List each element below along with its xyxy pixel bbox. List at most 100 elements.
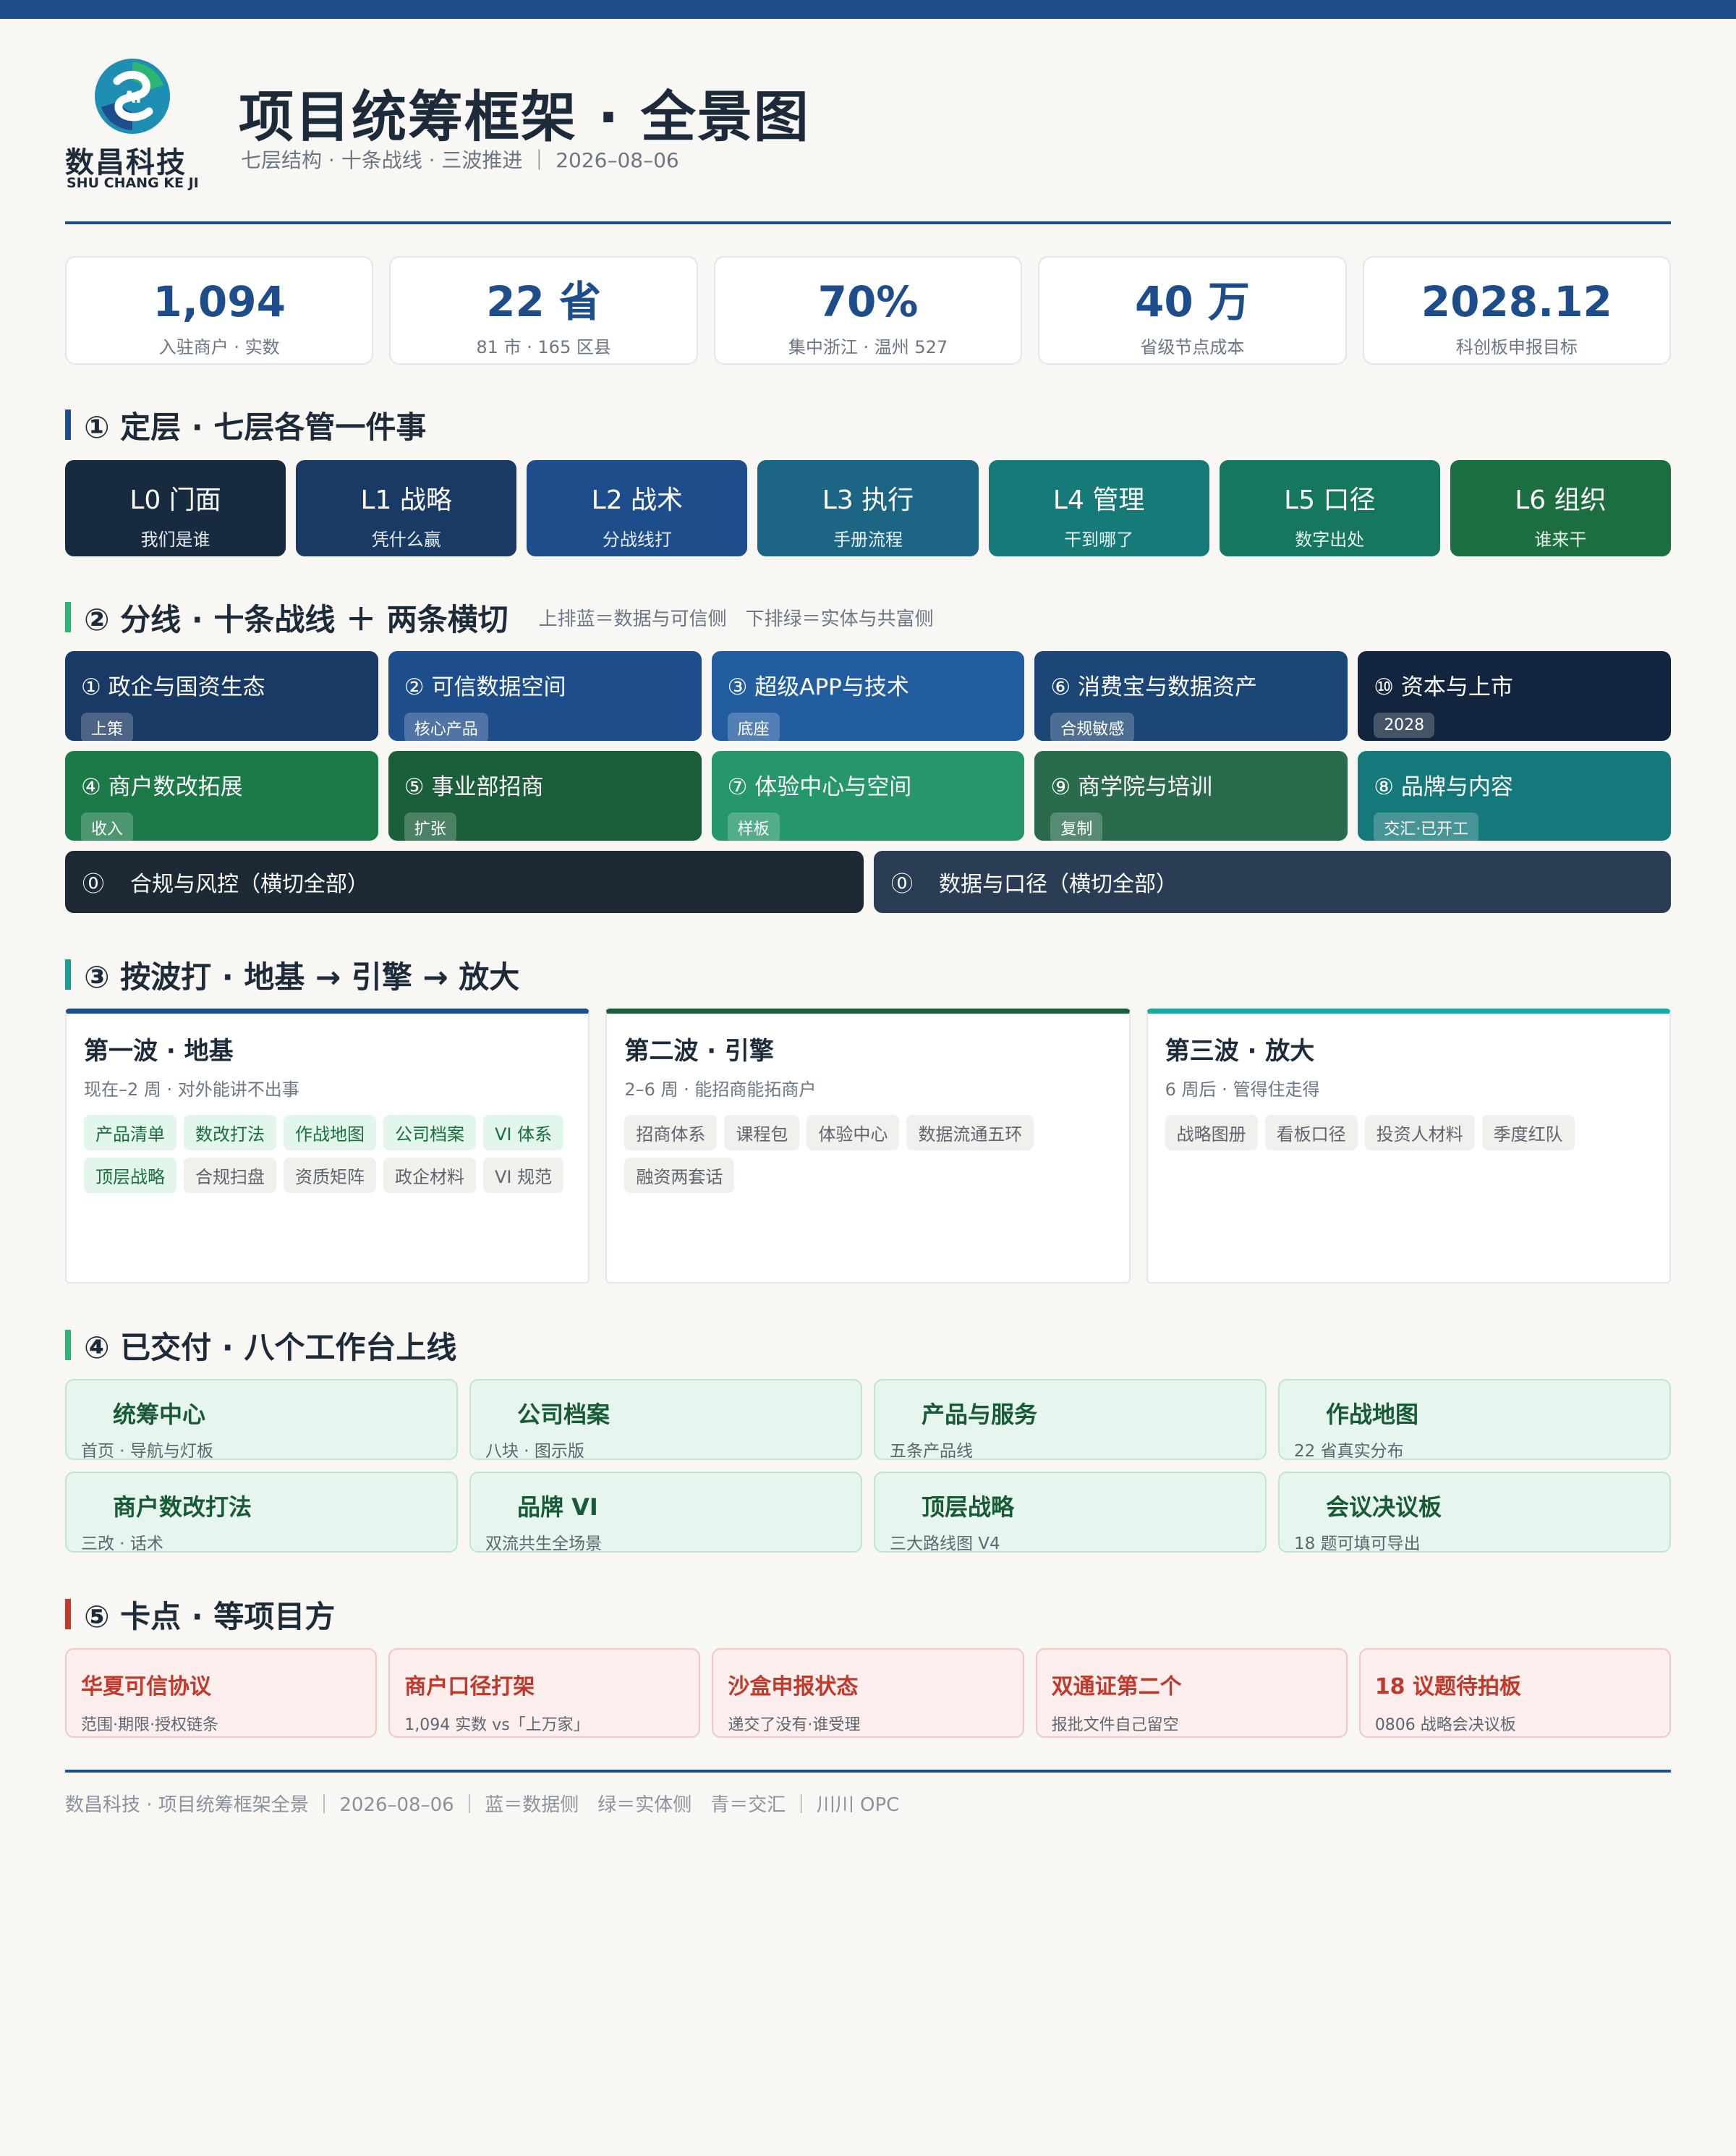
wave-chip-list: 战略图册 看板口径 投资人材料 季度红队 xyxy=(1165,1115,1654,1150)
chip-pending[interactable]: 投资人材料 xyxy=(1364,1115,1475,1150)
battle-line-card[interactable]: ⑦ 体验中心与空间 样板 xyxy=(711,751,1025,843)
section-marker xyxy=(65,959,71,990)
section-title: ③ 按波打 · 地基 → 引擎 → 放大 xyxy=(84,959,520,995)
chip-done[interactable]: 产品清单 xyxy=(84,1115,176,1150)
section-marker xyxy=(65,602,71,632)
blockers-row: 华夏可信协议 范围·期限·授权链条 商户口径打架 1,094 实数 vs「上万家」 沙盒… xyxy=(65,1648,1672,1738)
chip-pending[interactable]: 招商体系 xyxy=(624,1115,718,1150)
workbench-grid: 统筹中心 首页 · 导航与灯板 公司档案 八块 · 图示版 产品与服务 五条产品线 作战地图… xyxy=(65,1379,1671,1553)
chip-done[interactable]: 作战地图 xyxy=(284,1115,376,1150)
wave-title: 第一波 · 地基 xyxy=(84,1037,234,1066)
layer-name: L0 门面 xyxy=(129,485,221,515)
layer-card-4[interactable]: L4 管理 干到哪了 xyxy=(988,460,1209,556)
battle-line-name: ③ 超级APP与技术 xyxy=(727,674,909,700)
section-lines-heading: ② 分线 · 十条战线 ＋ 两条横切 上排蓝＝数据与可信侧 下排绿＝实体与共富侧 xyxy=(65,600,934,637)
layer-name: L6 组织 xyxy=(1515,485,1607,515)
layer-card-3[interactable]: L3 执行 手册流程 xyxy=(757,460,979,556)
section-marker xyxy=(65,1599,71,1629)
workbench-card[interactable]: 顶层战略 三大路线图 V4 xyxy=(874,1472,1267,1553)
battle-line-card[interactable]: ④ 商户数改拓展收入 xyxy=(65,751,378,843)
wave-card: 第一波 · 地基 现在–2 周 · 对外能讲不出事 产品清单 数改打法 作战地图 公司档案… xyxy=(65,1009,590,1283)
chip-done[interactable]: 顶层战略 xyxy=(84,1158,176,1193)
section-title: ⑤ 卡点 · 等项目方 xyxy=(84,1598,336,1634)
chip-pending[interactable]: 看板口径 xyxy=(1264,1115,1358,1150)
chip-done[interactable]: 数改打法 xyxy=(184,1115,276,1150)
stat-label: 入驻商户 · 实数 xyxy=(158,336,280,357)
stat-label: 科创板申报目标 xyxy=(1455,336,1578,357)
chip-pending[interactable]: 体验中心 xyxy=(807,1115,900,1150)
section-delivered-heading: ④ 已交付 · 八个工作台上线 xyxy=(65,1328,456,1365)
workbench-name: 统筹中心 xyxy=(113,1401,206,1428)
stat-value: 22 省 xyxy=(486,277,602,326)
workbench-desc: 18 题可填可导出 xyxy=(1294,1535,1421,1553)
layer-name: L5 口径 xyxy=(1284,485,1376,515)
workbench-name: 商户数改打法 xyxy=(113,1493,252,1521)
cross-line-name: 数据与口径（横切全部） xyxy=(939,872,1178,897)
stat-card: 70% 集中浙江 · 温州 527 xyxy=(713,256,1023,365)
chip-pending[interactable]: 融资两套话 xyxy=(624,1158,735,1193)
battle-line-name: ⑦ 体验中心与空间 xyxy=(727,774,912,800)
layer-card-0[interactable]: L0 门面 我们是谁 xyxy=(65,460,286,556)
blocker-card[interactable]: 沙盒申报状态 递交了没有·谁受理 xyxy=(712,1648,1024,1738)
workbench-name: 顶层战略 xyxy=(922,1493,1015,1521)
workbench-card[interactable]: 作战地图 22 省真实分布 xyxy=(1278,1379,1671,1461)
battle-line-name: ④ 商户数改拓展 xyxy=(81,774,243,800)
wave-title: 第二波 · 引擎 xyxy=(624,1037,774,1066)
stat-value: 1,094 xyxy=(153,277,286,326)
layer-card-2[interactable]: L2 战术 分战线打 xyxy=(527,460,748,556)
layer-desc: 谁来干 xyxy=(1534,530,1587,550)
battle-line-card[interactable]: ⑩ 资本与上市 2028 xyxy=(1358,651,1671,741)
chip-done[interactable]: VI 体系 xyxy=(483,1115,564,1150)
layer-card-6[interactable]: L6 组织谁来干 xyxy=(1450,460,1671,556)
battle-line-card[interactable]: ⑨ 商学院与培训 复制 xyxy=(1034,751,1348,843)
stat-card: 40 万 省级节点成本 xyxy=(1038,256,1347,365)
battle-line-card[interactable]: ⑧ 品牌与内容 交汇·已开工 xyxy=(1358,751,1671,843)
workbench-card[interactable]: 商户数改打法 三改 · 话术 xyxy=(65,1472,458,1553)
battle-lines: ① 政企与国资生态 上策 ② 可信数据空间 核心产品 ③ 超级APP与技术 底座 ⑥ 消费宝… xyxy=(65,651,1671,913)
chip-pending[interactable]: VI 规范 xyxy=(483,1158,564,1193)
blocker-card[interactable]: 18 议题待拍板 0806 战略会决议板 xyxy=(1358,1648,1672,1738)
battle-line-card[interactable]: ⑤ 事业部招商 扩张 xyxy=(388,751,702,843)
chip-pending[interactable]: 季度红队 xyxy=(1481,1115,1575,1150)
battle-line-tag: 收入 xyxy=(81,812,134,843)
workbench-card[interactable]: 产品与服务 五条产品线 xyxy=(874,1379,1267,1461)
wave-title: 第三波 · 放大 xyxy=(1165,1037,1315,1066)
battle-line-card[interactable]: ③ 超级APP与技术 底座 xyxy=(711,651,1025,743)
logo-mark-icon: AI xyxy=(95,59,170,134)
chip-pending[interactable]: 合规扫盘 xyxy=(184,1158,276,1193)
battle-line-card[interactable]: ① 政企与国资生态 上策 xyxy=(65,651,378,743)
chip-pending[interactable]: 政企材料 xyxy=(383,1158,476,1193)
chip-pending[interactable]: 资质矩阵 xyxy=(284,1158,376,1193)
blocker-card[interactable]: 双通证第二个 报批文件自己留空 xyxy=(1035,1648,1348,1738)
battle-line-card[interactable]: ② 可信数据空间 核心产品 xyxy=(388,651,702,743)
battle-line-name: ⑧ 品牌与内容 xyxy=(1374,774,1513,800)
chip-pending[interactable]: 战略图册 xyxy=(1165,1115,1258,1150)
logo-text: AI xyxy=(123,89,141,107)
workbench-card[interactable]: 公司档案 八块 · 图示版 xyxy=(469,1379,862,1461)
workbench-card[interactable]: 品牌 VI 双流共生全场景 xyxy=(469,1472,862,1553)
cross-line-name: 合规与风控（横切全部） xyxy=(130,872,369,897)
battle-line-card[interactable]: ⑥ 消费宝与数据资产 合规敏感 xyxy=(1034,651,1348,743)
blocker-name: 沙盒申报状态 xyxy=(728,1674,859,1699)
layer-name: L4 管理 xyxy=(1052,485,1145,515)
chip-done[interactable]: 公司档案 xyxy=(383,1115,476,1150)
workbench-card[interactable]: 会议决议板 18 题可填可导出 xyxy=(1278,1472,1671,1553)
layer-desc: 手册流程 xyxy=(833,530,903,550)
battle-lines-row-data: ① 政企与国资生态 上策 ② 可信数据空间 核心产品 ③ 超级APP与技术 底座 ⑥ 消费宝… xyxy=(65,651,1671,743)
blocker-name: 18 议题待拍板 xyxy=(1374,1674,1522,1699)
chip-pending[interactable]: 课程包 xyxy=(724,1115,800,1150)
workbench-desc: 八块 · 图示版 xyxy=(485,1442,584,1461)
blocker-card[interactable]: 商户口径打架 1,094 实数 vs「上万家」 xyxy=(388,1648,701,1738)
blocker-desc: 1,094 实数 vs「上万家」 xyxy=(404,1716,590,1734)
workbench-card[interactable]: 统筹中心 首页 · 导航与灯板 xyxy=(65,1379,458,1461)
stat-label: 81 市 · 165 区县 xyxy=(476,336,611,357)
cross-line-card[interactable]: ⓪ 数据与口径（横切全部） xyxy=(874,851,1671,913)
layer-card-1[interactable]: L1 战略 凭什么赢 xyxy=(296,460,517,556)
stat-value: 70% xyxy=(817,277,919,326)
cross-line-card[interactable]: ⓪ 合规与风控（横切全部） xyxy=(65,851,864,913)
chip-pending[interactable]: 数据流通五环 xyxy=(906,1115,1034,1150)
layer-card-5[interactable]: L5 口径 数字出处 xyxy=(1219,460,1440,556)
blocker-card[interactable]: 华夏可信协议 范围·期限·授权链条 xyxy=(65,1648,378,1738)
page-subtitle: 七层结构 · 十条战线 · 三波推进 ｜ 2026–08–06 xyxy=(241,148,679,172)
battle-line-name: ① 政企与国资生态 xyxy=(81,674,265,700)
